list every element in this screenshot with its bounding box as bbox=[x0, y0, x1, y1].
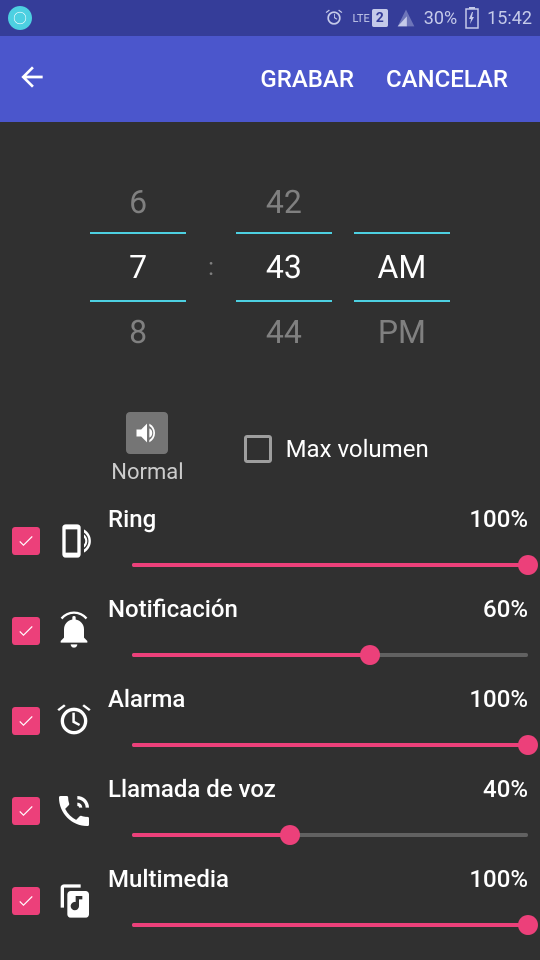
notification-label: Notificación bbox=[108, 595, 238, 623]
ring-pct: 100% bbox=[469, 505, 528, 533]
max-volume-checkbox[interactable]: Max volumen bbox=[244, 435, 429, 463]
hour-prev: 6 bbox=[90, 172, 186, 232]
battery-charging-icon bbox=[465, 7, 479, 29]
phone-call-icon bbox=[52, 791, 96, 831]
alarm-clock-icon bbox=[52, 701, 96, 741]
mode-row: Normal Max volumen bbox=[0, 412, 540, 485]
phone-ring-icon bbox=[52, 521, 96, 561]
hour-column[interactable]: 6 7 8 bbox=[90, 172, 186, 362]
ampm-column[interactable]: AM PM bbox=[354, 172, 450, 362]
speaker-icon bbox=[133, 419, 161, 447]
check-icon bbox=[16, 891, 36, 911]
alarm-status-icon bbox=[324, 8, 344, 28]
volume-list: Ring 100% Notificación 60% Alarma 100% Llam… bbox=[0, 505, 540, 937]
notification-pct: 60% bbox=[483, 595, 528, 623]
voice-call-checkbox[interactable] bbox=[12, 797, 40, 825]
ampm-selected: AM bbox=[354, 232, 450, 302]
ring-checkbox[interactable] bbox=[12, 527, 40, 555]
notification-checkbox[interactable] bbox=[12, 617, 40, 645]
back-button[interactable] bbox=[16, 61, 48, 97]
voice-call-pct: 40% bbox=[483, 775, 528, 803]
volume-row-ring: Ring 100% bbox=[12, 505, 528, 577]
back-arrow-icon bbox=[16, 61, 48, 93]
music-note-icon bbox=[52, 881, 96, 921]
bell-icon bbox=[52, 611, 96, 651]
voice-call-label: Llamada de voz bbox=[108, 775, 276, 803]
check-icon bbox=[16, 801, 36, 821]
notification-slider[interactable] bbox=[132, 643, 528, 667]
status-time: 15:42 bbox=[487, 8, 532, 29]
volume-row-multimedia: Multimedia 100% bbox=[12, 865, 528, 937]
minute-selected: 43 bbox=[236, 232, 332, 302]
cancel-button[interactable]: CANCELAR bbox=[370, 57, 524, 101]
hour-next: 8 bbox=[90, 302, 186, 362]
check-icon bbox=[16, 621, 36, 641]
minute-prev: 42 bbox=[236, 172, 332, 232]
sound-mode[interactable]: Normal bbox=[111, 412, 183, 485]
multimedia-label: Multimedia bbox=[108, 865, 229, 893]
mode-label: Normal bbox=[111, 460, 183, 485]
ampm-prev bbox=[354, 172, 450, 232]
app-bar: GRABAR CANCELAR bbox=[0, 36, 540, 122]
multimedia-checkbox[interactable] bbox=[12, 887, 40, 915]
volume-row-voice-call: Llamada de voz 40% bbox=[12, 775, 528, 847]
check-icon bbox=[16, 531, 36, 551]
alarm-checkbox[interactable] bbox=[12, 707, 40, 735]
checkbox-unchecked-icon bbox=[244, 435, 272, 463]
volume-row-alarm: Alarma 100% bbox=[12, 685, 528, 757]
ampm-next: PM bbox=[354, 302, 450, 362]
time-picker[interactable]: 6 7 8 : 42 43 44 AM PM bbox=[0, 172, 540, 362]
volume-row-notification: Notificación 60% bbox=[12, 595, 528, 667]
app-indicator-icon bbox=[8, 6, 32, 30]
multimedia-pct: 100% bbox=[469, 865, 528, 893]
save-button[interactable]: GRABAR bbox=[244, 57, 370, 101]
max-volume-label: Max volumen bbox=[286, 435, 429, 463]
ring-label: Ring bbox=[108, 505, 156, 533]
minute-column[interactable]: 42 43 44 bbox=[236, 172, 332, 362]
alarm-slider[interactable] bbox=[132, 733, 528, 757]
time-colon: : bbox=[208, 253, 214, 281]
alarm-label: Alarma bbox=[108, 685, 185, 713]
multimedia-slider[interactable] bbox=[132, 913, 528, 937]
alarm-pct: 100% bbox=[469, 685, 528, 713]
check-icon bbox=[16, 711, 36, 731]
signal-icon bbox=[396, 8, 416, 28]
voice-call-slider[interactable] bbox=[132, 823, 528, 847]
minute-next: 44 bbox=[236, 302, 332, 362]
battery-pct: 30% bbox=[424, 8, 457, 29]
sim-badge: 2 bbox=[372, 9, 388, 27]
ring-slider[interactable] bbox=[132, 553, 528, 577]
status-bar: LTE 2 30% 15:42 bbox=[0, 0, 540, 36]
hour-selected: 7 bbox=[90, 232, 186, 302]
lte-label: LTE bbox=[352, 13, 369, 24]
